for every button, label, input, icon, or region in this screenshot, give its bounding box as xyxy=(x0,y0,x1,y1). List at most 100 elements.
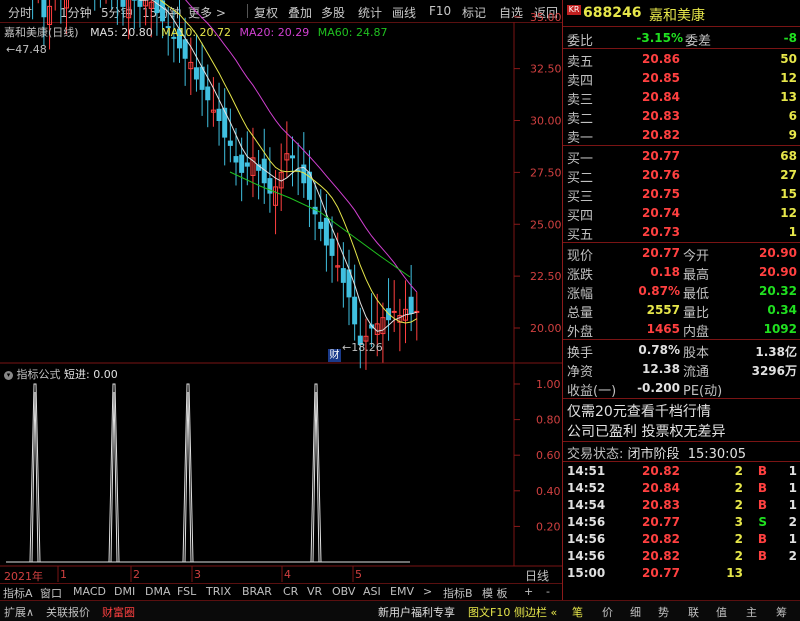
tick-price: 20.82 xyxy=(603,532,680,546)
chart-header: 嘉和美康(日线) MA5: 20.80 MA10: 20.72 MA20: 20… xyxy=(4,24,387,40)
price-tick-label: 32.50 xyxy=(530,63,562,76)
quote-panel: KR 688246 嘉和美康 委比 -3.15% 委差 -8 仅需20元查看千档… xyxy=(562,0,800,620)
buy-volume: 12 xyxy=(723,206,797,220)
buy-level-label: 买四 xyxy=(567,205,593,224)
tick-price: 20.77 xyxy=(603,515,680,529)
price-tick-label: 22.50 xyxy=(530,270,562,283)
tab-indicator-b[interactable]: 指标B xyxy=(443,585,473,601)
tab-dmi[interactable]: DMI xyxy=(114,585,135,598)
kline-chart[interactable]: 45.0042.5040.0037.5035.0032.5030.0027.50… xyxy=(0,0,562,583)
stat2-value: 12.38 xyxy=(615,362,680,376)
stat-value: 1465 xyxy=(603,322,680,336)
stat-value: 2557 xyxy=(603,303,680,317)
indicator-tick-label: 0.60 xyxy=(536,449,561,462)
ma20-line xyxy=(117,0,416,292)
candle-body xyxy=(353,297,357,324)
trade-status-time: 15:30:05 xyxy=(688,447,746,462)
tick-volume: 13 xyxy=(713,566,743,580)
trade-status-label: 交易状态: xyxy=(567,447,623,462)
stat-value: 0.34 xyxy=(723,303,797,317)
tick-volume: 2 xyxy=(713,532,743,546)
candle-body xyxy=(341,269,345,283)
weibi-label: 委比 xyxy=(567,30,593,49)
stat-label: 外盘 xyxy=(567,321,593,340)
promo-level2[interactable]: 仅需20元查看千档行情 xyxy=(567,401,711,421)
tab-cr[interactable]: CR xyxy=(283,585,298,598)
related-quote-button[interactable]: 关联报价 xyxy=(46,604,90,620)
month-label-1: 1 xyxy=(60,568,67,581)
tab-price[interactable]: 价 xyxy=(602,604,613,620)
chart-title: 嘉和美康(日线) xyxy=(4,26,79,39)
candle-body xyxy=(217,109,221,120)
month-label-3: 3 xyxy=(194,568,201,581)
tick-volume: 2 xyxy=(713,481,743,495)
price-tick-label: 20.00 xyxy=(530,322,562,335)
tab-fsl[interactable]: FSL xyxy=(177,585,196,598)
candle-body xyxy=(234,157,238,162)
tab-dma[interactable]: DMA xyxy=(145,585,171,598)
tab-trix[interactable]: TRIX xyxy=(206,585,231,598)
weibi-value: -3.15% xyxy=(603,31,683,45)
candle-body xyxy=(324,218,328,245)
tab-macd[interactable]: MACD xyxy=(73,585,106,598)
sell-level-label: 卖二 xyxy=(567,108,593,127)
tick-count: 1 xyxy=(777,498,797,512)
tab-template[interactable]: 模 板 xyxy=(482,585,508,601)
indicator-spikes xyxy=(6,384,410,562)
buy-volume: 68 xyxy=(723,149,797,163)
buy-level-label: 买二 xyxy=(567,167,593,186)
expand-button[interactable]: 扩展∧ xyxy=(4,604,34,620)
stat-label: 涨跌 xyxy=(567,264,593,283)
ma5-line xyxy=(33,0,417,331)
tab-obv[interactable]: OBV xyxy=(332,585,355,598)
stat-label: 量比 xyxy=(683,302,709,321)
stat-value: 1092 xyxy=(723,322,797,336)
tab-main[interactable]: 主 xyxy=(746,604,757,620)
candle-body xyxy=(409,297,413,313)
tick-price: 20.77 xyxy=(603,566,680,580)
stat-value: 20.90 xyxy=(723,246,797,260)
tick-side: B xyxy=(753,481,767,495)
tab-link[interactable]: 联 xyxy=(688,604,699,620)
tab-value[interactable]: 值 xyxy=(716,604,727,620)
tab-indicator-a[interactable]: 指标A xyxy=(3,585,33,601)
candle-body xyxy=(161,1,165,21)
tick-side: B xyxy=(753,464,767,478)
candle-body xyxy=(330,239,334,255)
indicator-tick-label: 0.20 xyxy=(536,520,561,533)
buy-price: 20.74 xyxy=(603,206,680,220)
tab-window[interactable]: 窗口 xyxy=(40,585,62,601)
wealth-circle-button[interactable]: 财富圈 xyxy=(102,604,135,620)
buy-volume: 27 xyxy=(723,168,797,182)
sell-level-label: 卖一 xyxy=(567,127,593,146)
tab-more[interactable]: > xyxy=(423,585,432,598)
finance-badge[interactable]: 财 xyxy=(328,349,341,362)
sell-volume: 6 xyxy=(723,109,797,123)
tab-chips[interactable]: 筹 xyxy=(776,604,787,620)
candle-body xyxy=(319,222,323,228)
tab-trades[interactable]: 笔 xyxy=(572,604,583,620)
zoom-out-button[interactable]: - xyxy=(546,585,550,598)
indicator-title[interactable]: 指标公式 xyxy=(17,368,61,381)
sell-price: 20.86 xyxy=(603,52,680,66)
sell-volume: 12 xyxy=(723,71,797,85)
sell-price: 20.84 xyxy=(603,90,680,104)
tab-emv[interactable]: EMV xyxy=(390,585,414,598)
tab-detail[interactable]: 细 xyxy=(630,604,641,620)
zoom-in-button[interactable]: + xyxy=(524,585,533,598)
candle-body xyxy=(228,141,232,145)
price-axis: 45.0042.5040.0037.5035.0032.5030.0027.50… xyxy=(514,0,562,335)
tab-trend[interactable]: 势 xyxy=(658,604,669,620)
tab-asi[interactable]: ASI xyxy=(363,585,381,598)
tab-vr[interactable]: VR xyxy=(307,585,322,598)
price-tick-label: 35.00 xyxy=(530,11,562,24)
month-label-4: 4 xyxy=(284,568,291,581)
month-label-5: 5 xyxy=(355,568,362,581)
ma20-label: MA20: 20.29 xyxy=(240,26,310,39)
f10-button[interactable]: 图文F10 xyxy=(468,604,510,620)
new-user-promo[interactable]: 新用户福利专享 xyxy=(378,604,455,620)
sidebar-toggle[interactable]: 侧边栏 « xyxy=(514,604,557,620)
tab-brar[interactable]: BRAR xyxy=(242,585,272,598)
indicator-dropdown-icon[interactable]: ▾ xyxy=(4,371,13,380)
tick-count: 1 xyxy=(777,532,797,546)
